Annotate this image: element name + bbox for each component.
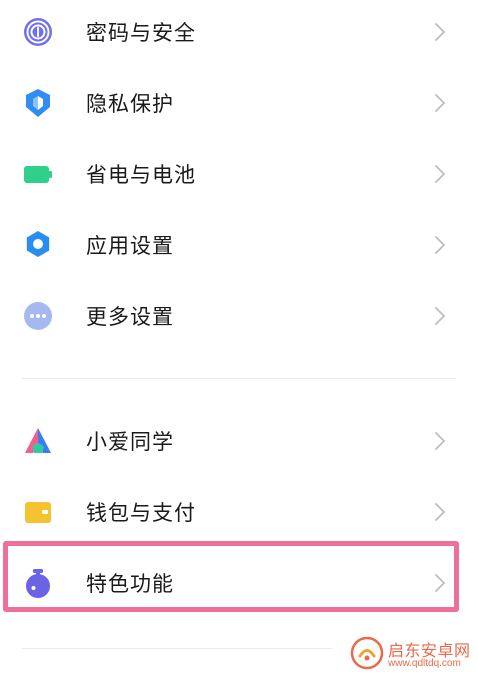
watermark-site-name: 启东安卓网 [388,641,471,660]
settings-item-app-settings[interactable]: 应用设置 [0,209,478,280]
chevron-right-icon [435,164,445,183]
settings-item-label: 省电与电池 [86,162,196,187]
wallet-icon [25,501,51,523]
section-divider [22,378,456,379]
settings-item-special-features[interactable]: 特色功能 [0,547,478,618]
settings-item-privacy[interactable]: 隐私保护 [0,67,478,138]
settings-item-label: 特色功能 [86,571,174,596]
settings-item-battery[interactable]: 省电与电池 [0,138,478,209]
settings-item-label: 小爱同学 [86,429,174,454]
settings-item-label: 应用设置 [86,233,174,258]
chevron-right-icon [435,93,445,112]
chevron-right-icon [435,573,445,592]
chevron-right-icon [435,22,445,41]
chevron-right-icon [435,431,445,450]
special-features-icon [26,568,50,598]
watermark: 启东安卓网 www.qdltdq.com [348,634,478,675]
settings-item-label: 隐私保护 [86,91,174,116]
fingerprint-icon [24,17,52,46]
chevron-right-icon [435,306,445,325]
settings-item-password-security[interactable]: 密码与安全 [0,0,478,67]
chevron-right-icon [435,502,445,521]
settings-item-xiaoai[interactable]: 小爱同学 [0,405,478,476]
bottom-divider [22,648,332,649]
settings-item-label: 密码与安全 [86,20,196,45]
chevron-right-icon [435,235,445,254]
settings-item-label: 钱包与支付 [86,500,196,525]
xiaoai-assistant-icon [25,427,51,453]
settings-item-more-settings[interactable]: 更多设置 [0,280,478,351]
watermark-url: www.qdltdq.com [388,658,461,669]
more-dots-icon [24,301,52,330]
watermark-logo-icon [350,636,384,670]
battery-icon [24,165,52,183]
settings-item-wallet-payment[interactable]: 钱包与支付 [0,476,478,547]
settings-item-label: 更多设置 [86,304,174,329]
gear-icon [26,230,50,257]
privacy-shield-icon [26,88,50,117]
settings-screen: 密码与安全 隐私保护 省电与电池 应用设置 更多设置 小爱同学 钱包与支付 特色… [0,0,478,675]
